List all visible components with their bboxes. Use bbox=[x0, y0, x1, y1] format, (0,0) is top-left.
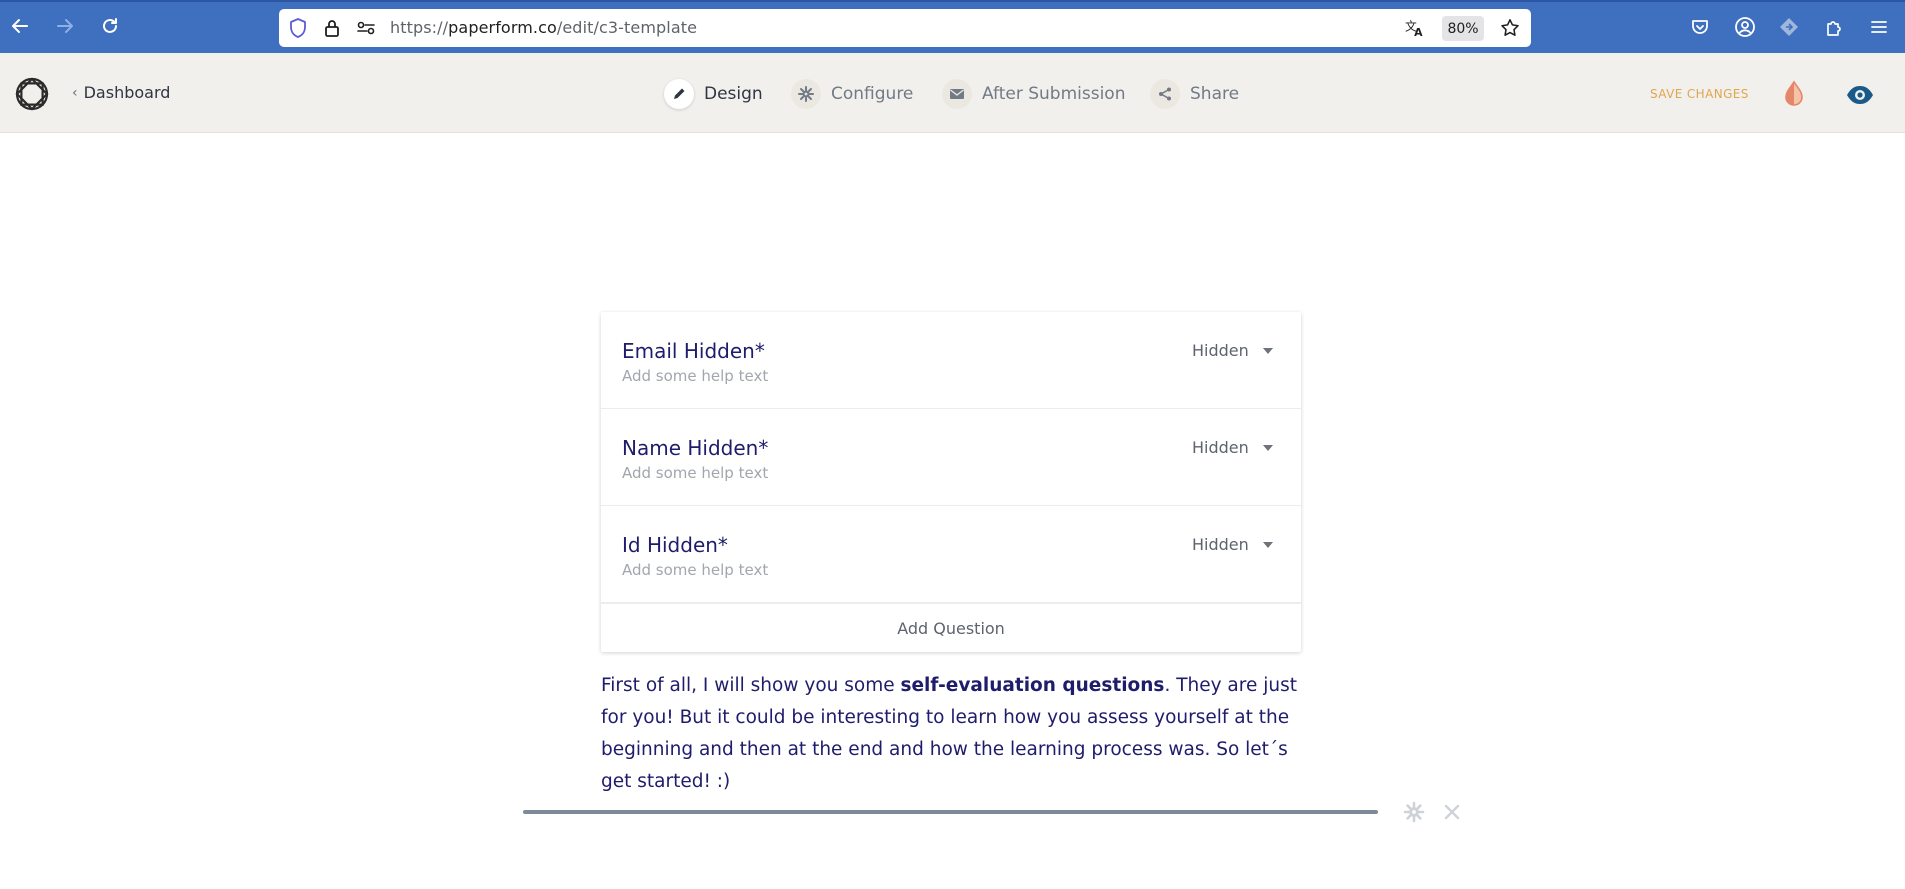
shield-icon[interactable] bbox=[288, 18, 308, 38]
hidden-questions-card: Email Hidden* Add some help text Hidden … bbox=[601, 312, 1301, 652]
chevron-left-icon: ‹ bbox=[72, 84, 78, 101]
question-row-email[interactable]: Email Hidden* Add some help text Hidden bbox=[601, 312, 1301, 409]
extensions-icon[interactable] bbox=[1822, 15, 1846, 39]
caret-down-icon bbox=[1262, 347, 1273, 354]
bookmark-star-icon[interactable] bbox=[1500, 18, 1520, 38]
tab-share-label: Share bbox=[1190, 84, 1240, 104]
tab-after-submission[interactable]: After Submission bbox=[942, 77, 1125, 111]
lock-icon[interactable] bbox=[322, 18, 342, 38]
question-help-text[interactable]: Add some help text bbox=[622, 464, 768, 482]
visibility-value: Hidden bbox=[1192, 535, 1249, 554]
visibility-value: Hidden bbox=[1192, 438, 1249, 457]
share-icon bbox=[1150, 79, 1180, 109]
permissions-icon[interactable] bbox=[356, 18, 376, 38]
question-title[interactable]: Name Hidden* bbox=[622, 436, 768, 460]
preview-eye-icon[interactable] bbox=[1845, 84, 1875, 106]
tab-configure[interactable]: Configure bbox=[791, 77, 913, 111]
question-row-name[interactable]: Name Hidden* Add some help text Hidden bbox=[601, 409, 1301, 506]
back-arrow-icon[interactable] bbox=[8, 14, 32, 38]
visibility-value: Hidden bbox=[1192, 341, 1249, 360]
url-prefix: https:// bbox=[390, 18, 449, 37]
extension-puzzle-icon[interactable] bbox=[1777, 15, 1801, 39]
question-title[interactable]: Email Hidden* bbox=[622, 339, 765, 363]
url-host: paperform.co bbox=[448, 18, 557, 37]
question-help-text[interactable]: Add some help text bbox=[622, 561, 768, 579]
dashboard-label: Dashboard bbox=[83, 83, 171, 102]
tab-share[interactable]: Share bbox=[1150, 77, 1239, 111]
address-bar[interactable]: https://paperform.co/edit/c3-template 文A… bbox=[279, 9, 1531, 47]
menu-hamburger-icon[interactable] bbox=[1867, 15, 1891, 39]
visibility-dropdown[interactable]: Hidden bbox=[1192, 535, 1273, 554]
tab-after-submission-label: After Submission bbox=[982, 84, 1126, 104]
tab-configure-label: Configure bbox=[831, 84, 914, 104]
forward-arrow-icon[interactable] bbox=[53, 14, 77, 38]
question-row-id[interactable]: Id Hidden* Add some help text Hidden bbox=[601, 506, 1301, 603]
page-break-divider[interactable] bbox=[523, 810, 1378, 814]
intro-text-start: First of all, I will show you some bbox=[601, 675, 901, 696]
browser-top-edge bbox=[0, 0, 1905, 2]
question-help-text[interactable]: Add some help text bbox=[622, 367, 768, 385]
translate-icon[interactable]: 文A bbox=[1405, 18, 1425, 38]
visibility-dropdown[interactable]: Hidden bbox=[1192, 438, 1273, 457]
app-header: ‹ Dashboard Design Configure After Submi… bbox=[0, 53, 1905, 133]
visibility-dropdown[interactable]: Hidden bbox=[1192, 341, 1273, 360]
intro-paragraph[interactable]: First of all, I will show you some self-… bbox=[601, 670, 1311, 798]
tab-design-label: Design bbox=[704, 84, 763, 104]
add-question-button[interactable]: Add Question bbox=[601, 603, 1301, 652]
caret-down-icon bbox=[1262, 541, 1273, 548]
url-path: /edit/c3-template bbox=[556, 18, 698, 37]
divider-settings-gear-icon[interactable] bbox=[1403, 801, 1425, 823]
gear-icon bbox=[791, 79, 821, 109]
intro-text-bold: self-evaluation questions bbox=[900, 675, 1165, 696]
question-title[interactable]: Id Hidden* bbox=[622, 533, 728, 557]
save-changes-button[interactable]: SAVE CHANGES bbox=[1650, 87, 1749, 101]
url-text[interactable]: https://paperform.co/edit/c3-template bbox=[390, 18, 697, 37]
zoom-level-badge[interactable]: 80% bbox=[1442, 16, 1484, 41]
reload-icon[interactable] bbox=[98, 14, 122, 38]
theme-drop-icon[interactable] bbox=[1782, 80, 1806, 108]
pencil-icon bbox=[664, 79, 694, 109]
divider-close-icon[interactable] bbox=[1441, 801, 1463, 823]
tab-design[interactable]: Design bbox=[664, 77, 763, 111]
account-icon[interactable] bbox=[1733, 15, 1757, 39]
svg-text:A: A bbox=[1414, 26, 1423, 38]
browser-toolbar: https://paperform.co/edit/c3-template 文A… bbox=[0, 0, 1905, 53]
mail-icon bbox=[942, 79, 972, 109]
paperform-logo[interactable] bbox=[14, 76, 50, 112]
caret-down-icon bbox=[1262, 444, 1273, 451]
pocket-icon[interactable] bbox=[1688, 15, 1712, 39]
dashboard-back-link[interactable]: ‹ Dashboard bbox=[72, 83, 170, 102]
